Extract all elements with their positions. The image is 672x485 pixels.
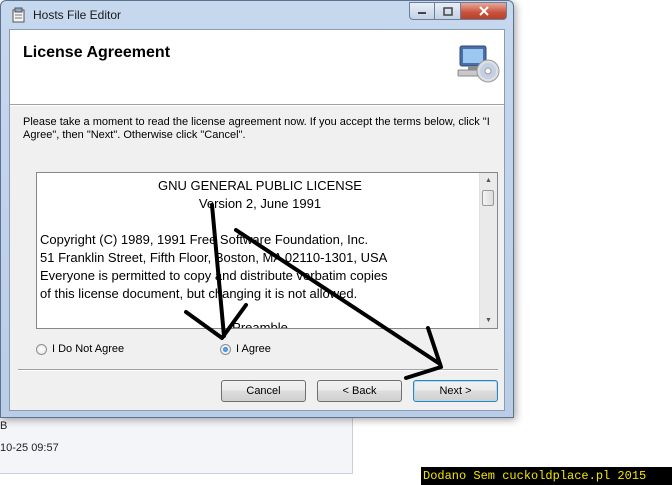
header-divider — [10, 105, 504, 106]
maximize-button[interactable] — [435, 2, 461, 20]
close-icon — [478, 6, 489, 16]
license-heading: GNU GENERAL PUBLIC LICENSE — [158, 178, 362, 193]
license-line: Everyone is permitted to copy and distri… — [40, 268, 388, 283]
minimize-button[interactable] — [409, 2, 435, 20]
scroll-down-icon[interactable]: ▼ — [480, 313, 497, 328]
background-panel: B 10-25 09:57 — [0, 418, 353, 474]
license-text: GNU GENERAL PUBLIC LICENSE Version 2, Ju… — [40, 177, 480, 329]
scroll-up-icon[interactable]: ▲ — [480, 173, 497, 188]
next-button[interactable]: Next > — [413, 380, 498, 402]
minimize-icon — [418, 12, 426, 14]
license-textbox[interactable]: GNU GENERAL PUBLIC LICENSE Version 2, Ju… — [36, 172, 498, 329]
computer-cd-icon — [457, 45, 500, 83]
caption-buttons — [409, 2, 507, 20]
maximize-icon — [442, 6, 453, 16]
radio-disagree-indicator[interactable] — [36, 343, 47, 355]
radio-disagree-label: I Do Not Agree — [52, 343, 125, 355]
header-band: License Agreement — [10, 30, 504, 105]
license-line: 51 Franklin Street, Fifth Floor, Boston,… — [40, 250, 388, 265]
window-title: Hosts File Editor — [33, 8, 122, 22]
background-text: B — [0, 420, 8, 432]
cancel-button[interactable]: Cancel — [221, 380, 306, 402]
vertical-scrollbar[interactable]: ▲ ▼ — [479, 173, 497, 328]
instructions-text: Please take a moment to read the license… — [23, 116, 490, 141]
radio-disagree[interactable]: I Do Not Agree — [36, 343, 124, 355]
close-button[interactable] — [461, 2, 507, 20]
back-button[interactable]: < Back — [317, 380, 402, 402]
background-timestamp: 10-25 09:57 — [0, 442, 59, 454]
radio-agree-label: I Agree — [236, 343, 271, 355]
license-preamble: Preamble — [232, 320, 288, 329]
license-line: Copyright (C) 1989, 1991 Free Software F… — [40, 232, 369, 247]
license-line: of this license document, but changing i… — [40, 286, 358, 301]
installer-window: Hosts File Editor License Agreement Plea… — [0, 0, 514, 418]
dialog-body: License Agreement Please take a moment t… — [9, 29, 505, 411]
background-window — [516, 0, 672, 485]
button-separator — [18, 369, 498, 371]
radio-agree-indicator[interactable] — [220, 343, 231, 355]
title-bar[interactable]: Hosts File Editor — [1, 1, 513, 29]
watermark-caption: Dodano Sem cuckoldplace.pl 2015 — [421, 467, 672, 485]
radio-agree[interactable]: I Agree — [220, 343, 271, 355]
app-icon — [12, 7, 25, 23]
page-title: License Agreement — [23, 44, 171, 61]
license-version: Version 2, June 1991 — [198, 196, 322, 211]
scroll-thumb[interactable] — [482, 190, 494, 206]
